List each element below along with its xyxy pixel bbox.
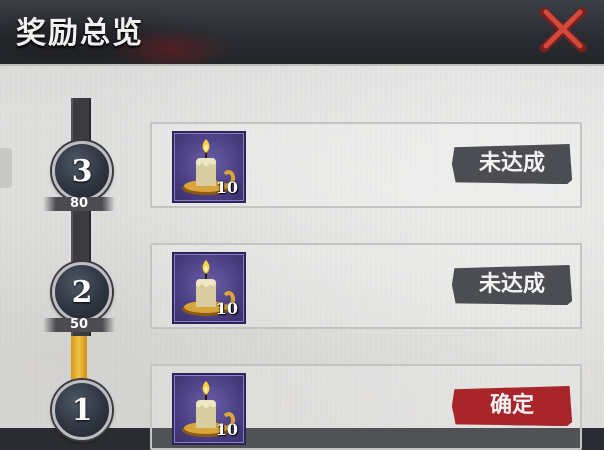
milestone-2: 2 — [52, 262, 112, 322]
status-button-not-achieved[interactable]: 未达成 — [452, 265, 572, 305]
reward-item[interactable]: 10 — [172, 252, 246, 324]
close-x-icon — [539, 7, 587, 53]
close-button[interactable] — [538, 6, 588, 56]
reward-item[interactable]: 10 — [172, 373, 246, 445]
reward-row-tier-3: 10 未达成 — [150, 122, 582, 208]
milestone-1: 1 — [52, 380, 112, 440]
threshold-label: 50 — [43, 318, 115, 332]
reward-quantity: 10 — [215, 420, 238, 439]
threshold-label: 80 — [43, 197, 115, 211]
panel-edge-decoration — [0, 148, 12, 188]
reward-row-tier-1: 10 确定 — [150, 364, 582, 450]
milestone-3: 3 — [52, 141, 112, 201]
confirm-button[interactable]: 确定 — [452, 386, 572, 426]
reward-row-tier-2: 10 未达成 — [150, 243, 582, 329]
status-button-not-achieved[interactable]: 未达成 — [452, 144, 572, 184]
page-title: 奖励总览 — [16, 16, 144, 51]
reward-quantity: 10 — [215, 299, 238, 318]
reward-item[interactable]: 10 — [172, 131, 246, 203]
header-bar: 奖励总览 — [0, 0, 604, 64]
reward-quantity: 10 — [215, 178, 238, 197]
